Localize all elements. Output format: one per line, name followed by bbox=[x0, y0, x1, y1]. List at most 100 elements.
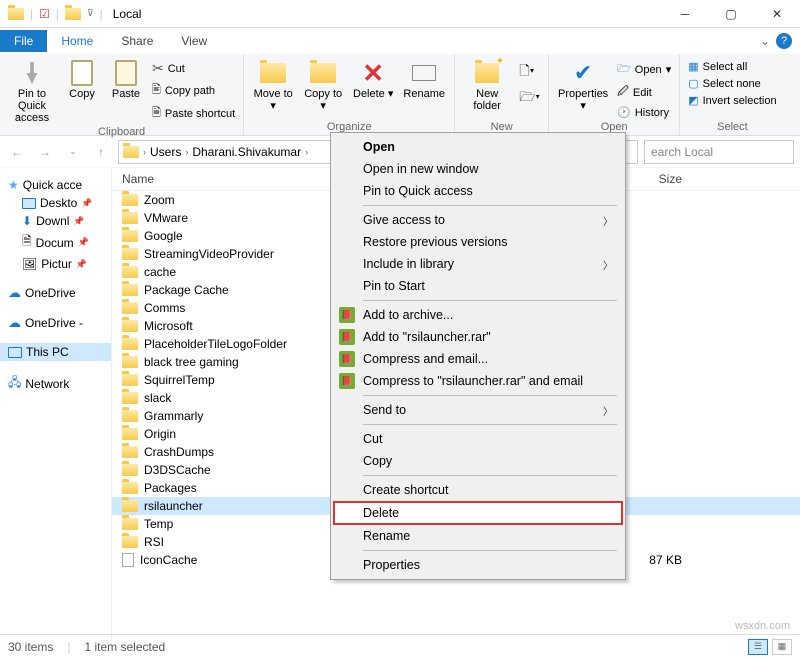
copy-to-button[interactable]: Copy to ▾ bbox=[302, 58, 344, 112]
ribbon-tabs: File Home Share View ⌄ ? bbox=[0, 28, 800, 54]
select-all-button[interactable]: ▦Select all bbox=[688, 60, 776, 73]
folder-icon bbox=[122, 212, 138, 224]
ribbon-collapse-icon[interactable]: ⌄ bbox=[760, 34, 770, 48]
ctx-compress-email[interactable]: 📕Compress and email... bbox=[333, 348, 623, 370]
rename-button[interactable]: Rename bbox=[402, 58, 446, 100]
forward-button[interactable]: → bbox=[34, 141, 56, 163]
ctx-properties[interactable]: Properties bbox=[333, 554, 623, 576]
ctx-open-new-window[interactable]: Open in new window bbox=[333, 158, 623, 180]
label: Pin to Quick access bbox=[8, 88, 56, 124]
chevron-right-icon[interactable]: › bbox=[185, 147, 188, 157]
edit-button[interactable]: 🖉Edit bbox=[617, 83, 671, 102]
crumb[interactable]: Users bbox=[150, 145, 181, 159]
crumb[interactable]: Dharani.Shivakumar bbox=[192, 145, 301, 159]
label: Network bbox=[25, 377, 69, 391]
recent-button[interactable]: ⌄ bbox=[62, 141, 84, 163]
file-icon bbox=[122, 553, 134, 567]
folder-icon bbox=[122, 392, 138, 404]
navigation-pane[interactable]: ★Quick acce Deskto📌 ⬇Downl📌 🗎Docum📌 🖼Pic… bbox=[0, 168, 112, 648]
label: Add to "rsilauncher.rar" bbox=[363, 330, 491, 344]
nav-quick-access[interactable]: ★Quick acce bbox=[0, 176, 111, 194]
organize-group-label: Organize bbox=[252, 119, 446, 133]
nav-downloads[interactable]: ⬇Downl📌 bbox=[0, 212, 111, 230]
close-button[interactable]: ✕ bbox=[754, 0, 800, 28]
item-name: Grammarly bbox=[144, 409, 203, 423]
back-button[interactable]: ← bbox=[6, 141, 28, 163]
nav-desktop[interactable]: Deskto📌 bbox=[0, 194, 111, 212]
chevron-right-icon[interactable]: › bbox=[305, 147, 308, 157]
paste-shortcut-button[interactable]: 🗎Paste shortcut bbox=[152, 104, 235, 123]
qat-checkbox-icon[interactable]: ☑ bbox=[39, 7, 50, 21]
label: Copy path bbox=[165, 85, 215, 97]
ctx-pin-quick-access[interactable]: Pin to Quick access bbox=[333, 180, 623, 202]
ctx-open[interactable]: Open bbox=[333, 136, 623, 158]
cut-button[interactable]: ✂Cut bbox=[152, 60, 235, 77]
label: Compress to "rsilauncher.rar" and email bbox=[363, 374, 583, 388]
label: History bbox=[635, 107, 669, 119]
context-menu: Open Open in new window Pin to Quick acc… bbox=[330, 132, 626, 580]
ctx-compress-rar-email[interactable]: 📕Compress to "rsilauncher.rar" and email bbox=[333, 370, 623, 392]
view-details-button[interactable]: ☰ bbox=[748, 639, 768, 655]
view-tab[interactable]: View bbox=[167, 30, 221, 52]
watermark: wsxdn.com bbox=[735, 620, 790, 632]
new-folder-icon bbox=[472, 60, 502, 86]
folder-icon bbox=[122, 374, 138, 386]
ctx-create-shortcut[interactable]: Create shortcut bbox=[333, 479, 623, 501]
qat-overflow-icon[interactable]: ⊽ bbox=[87, 8, 94, 19]
share-tab[interactable]: Share bbox=[107, 30, 167, 52]
home-tab[interactable]: Home bbox=[47, 30, 107, 52]
select-none-button[interactable]: ▢Select none bbox=[688, 77, 776, 90]
ctx-rename[interactable]: Rename bbox=[333, 525, 623, 547]
label: Move to bbox=[254, 88, 293, 100]
ctx-delete[interactable]: Delete bbox=[333, 501, 623, 525]
column-size[interactable]: Size bbox=[622, 172, 692, 186]
chevron-right-icon[interactable]: › bbox=[143, 147, 146, 157]
ctx-pin-start[interactable]: Pin to Start bbox=[333, 275, 623, 297]
minimize-button[interactable]: ─ bbox=[662, 0, 708, 28]
copy-button[interactable]: Copy bbox=[64, 58, 100, 100]
help-icon[interactable]: ? bbox=[776, 33, 792, 49]
item-name: SquirrelTemp bbox=[144, 373, 215, 387]
ctx-restore-versions[interactable]: Restore previous versions bbox=[333, 231, 623, 253]
invert-selection-button[interactable]: ◩ Invert selection bbox=[688, 94, 776, 107]
ctx-send-to[interactable]: Send to〉 bbox=[333, 399, 623, 421]
new-folder-button[interactable]: New folder bbox=[463, 58, 511, 112]
label: Rename bbox=[403, 88, 445, 100]
nav-documents[interactable]: 🗎Docum📌 bbox=[0, 230, 111, 255]
easy-access-icon[interactable]: 🗁▾ bbox=[519, 88, 540, 110]
ctx-cut[interactable]: Cut bbox=[333, 428, 623, 450]
qat-folder-icon[interactable] bbox=[65, 8, 81, 20]
ctx-copy[interactable]: Copy bbox=[333, 450, 623, 472]
pin-quick-access-button[interactable]: Pin to Quick access bbox=[8, 58, 56, 124]
maximize-button[interactable]: ▢ bbox=[708, 0, 754, 28]
nav-pictures[interactable]: 🖼Pictur📌 bbox=[0, 255, 111, 273]
new-item-icon[interactable]: 🗋▾ bbox=[519, 62, 540, 84]
search-input[interactable]: earch Local bbox=[644, 140, 794, 164]
ctx-add-rar[interactable]: 📕Add to "rsilauncher.rar" bbox=[333, 326, 623, 348]
open-button[interactable]: 🗁Open ▾ bbox=[617, 60, 671, 79]
label: Rename bbox=[363, 529, 410, 543]
paste-button[interactable]: Paste bbox=[108, 58, 144, 100]
ctx-add-archive[interactable]: 📕Add to archive... bbox=[333, 304, 623, 326]
folder-icon bbox=[122, 500, 138, 512]
label: Invert selection bbox=[703, 95, 777, 107]
up-button[interactable]: ↑ bbox=[90, 141, 112, 163]
history-button[interactable]: 🕐History bbox=[617, 106, 671, 119]
file-tab[interactable]: File bbox=[0, 30, 47, 52]
nav-onedrive-2[interactable]: ☁OneDrive - bbox=[0, 313, 111, 333]
ctx-give-access-to[interactable]: Give access to〉 bbox=[333, 209, 623, 231]
move-to-button[interactable]: Move to ▾ bbox=[252, 58, 294, 112]
ctx-include-library[interactable]: Include in library〉 bbox=[333, 253, 623, 275]
copy-path-button[interactable]: 🖹Copy path bbox=[152, 81, 235, 100]
view-large-button[interactable]: ▦ bbox=[772, 639, 792, 655]
folder-icon bbox=[122, 230, 138, 242]
properties-button[interactable]: ✔ Properties ▾ bbox=[557, 58, 609, 112]
delete-button[interactable]: ✕ Delete ▾ bbox=[352, 58, 394, 100]
folder-icon bbox=[122, 284, 138, 296]
invert-icon: ◩ bbox=[688, 94, 698, 107]
folder-icon bbox=[122, 482, 138, 494]
nav-onedrive[interactable]: ☁OneDrive bbox=[0, 283, 111, 303]
nav-network[interactable]: 🖧Network bbox=[0, 371, 111, 396]
nav-this-pc[interactable]: This PC bbox=[0, 343, 111, 361]
pin-icon: 📌 bbox=[81, 198, 92, 209]
